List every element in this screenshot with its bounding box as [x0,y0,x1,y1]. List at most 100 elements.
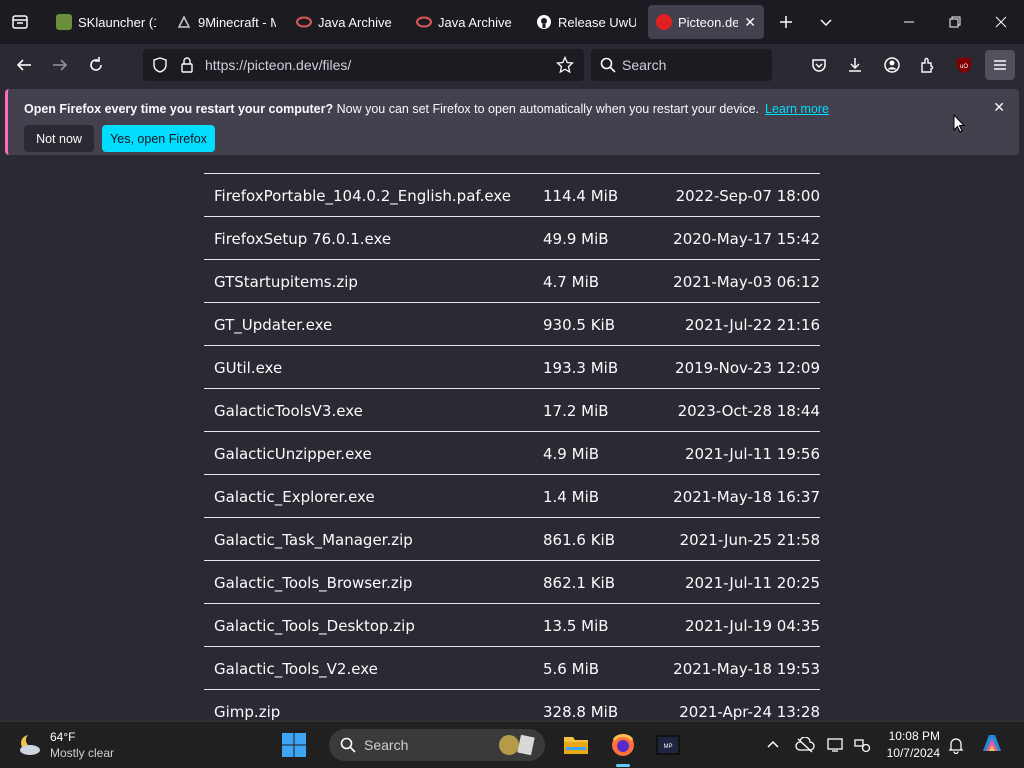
file-row: GalacticUnzipper.exe 4.9 MiB 2021-Jul-11 1… [204,431,820,474]
yes-open-firefox-button[interactable]: Yes, open Firefox [102,125,215,152]
firefox-taskbar-icon[interactable] [608,730,638,767]
weather-moon-cloud-icon[interactable] [16,731,44,759]
file-size: 114.4 MiB [543,187,619,205]
windows-start-icon[interactable] [279,730,309,760]
menu-hamburger-icon[interactable] [985,50,1015,80]
tab-sklauncher[interactable]: SKlauncher (1 [56,5,156,39]
downloads-icon[interactable] [842,52,868,78]
extensions-icon[interactable] [915,52,941,78]
url-bar[interactable]: https://picteon.dev/files/ [143,49,584,81]
notification-message: Open Firefox every time you restart your… [24,102,829,116]
cloud-offline-icon[interactable] [795,735,815,755]
tab-strip: SKlauncher (1 9Minecraft - M Java Archiv… [0,0,1024,44]
close-window-button[interactable] [978,0,1024,44]
file-size: 193.3 MiB [543,359,619,377]
tab-picteon[interactable]: Picteon.dev ✕ [648,5,764,39]
file-date: 2019-Nov-23 12:09 [675,359,820,377]
file-list: FirefoxPortable_104.0.2_English.paf.exe 1… [204,173,820,721]
restore-button[interactable] [932,0,978,44]
reload-icon[interactable] [83,52,109,78]
file-name-link[interactable]: Galactic_Explorer.exe [214,488,375,506]
tab-title: Release UwUT [558,14,636,30]
mouse-cursor-icon [953,113,966,139]
page-content: FirefoxPortable_104.0.2_English.paf.exe 1… [0,160,1024,721]
file-name-link[interactable]: FirefoxSetup 76.0.1.exe [214,230,391,248]
weather-condition[interactable]: Mostly clear [50,746,114,760]
not-now-button[interactable]: Not now [24,125,94,152]
file-row: Galactic_Tools_V2.exe 5.6 MiB 2021-May-18 … [204,646,820,689]
taskbar-search[interactable]: Search [329,729,545,761]
oracle-icon [416,14,432,30]
file-size: 862.1 KiB [543,574,616,592]
close-tab-icon[interactable]: ✕ [738,14,756,31]
notification-heading: Open Firefox every time you restart your… [24,102,334,116]
file-name-link[interactable]: GalacticToolsV3.exe [214,402,363,420]
file-date: 2021-May-03 06:12 [673,273,820,291]
firefox-view-icon[interactable] [10,12,30,32]
shield-icon[interactable] [151,56,169,79]
search-bar[interactable]: Search [591,49,772,81]
nav-bar: https://picteon.dev/files/ Search uO [0,44,1024,86]
file-row: GT_Updater.exe 930.5 KiB 2021-Jul-22 21:16 [204,302,820,345]
tab-github-release[interactable]: Release UwUT [536,5,636,39]
tab-title: SKlauncher (1 [78,14,156,30]
network-icon[interactable] [852,735,872,755]
file-row: Galactic_Task_Manager.zip 861.6 KiB 2021-J… [204,517,820,560]
close-notification-icon[interactable]: ✕ [993,99,1005,116]
svg-text:MP: MP [664,744,673,750]
file-name-link[interactable]: Galactic_Tools_V2.exe [214,660,378,678]
file-name-link[interactable]: GTStartupitems.zip [214,273,358,291]
weather-temperature[interactable]: 64°F [50,730,75,744]
new-tab-icon[interactable] [776,12,796,32]
file-size: 5.6 MiB [543,660,600,678]
file-name-link[interactable]: GalacticUnzipper.exe [214,445,372,463]
list-tabs-chevron-icon[interactable] [816,12,836,32]
file-date: 2021-May-18 19:53 [673,660,820,678]
file-size: 328.8 MiB [543,703,619,721]
bookmark-star-icon[interactable] [555,55,575,79]
file-row: Galactic_Tools_Desktop.zip 13.5 MiB 2021-J… [204,603,820,646]
file-name-link[interactable]: GT_Updater.exe [214,316,332,334]
minimize-button[interactable] [886,0,932,44]
file-date: 2021-May-18 16:37 [673,488,820,506]
notification-bell-icon[interactable] [946,735,966,755]
github-icon [536,14,552,30]
file-date: 2021-Jun-25 21:58 [679,531,820,549]
file-name-link[interactable]: Gimp.zip [214,703,280,721]
file-explorer-icon[interactable] [561,730,591,760]
file-date: 2021-Jul-19 04:35 [684,617,820,635]
file-row: GUtil.exe 193.3 MiB 2019-Nov-23 12:09 [204,345,820,388]
file-date: 2022-Sep-07 18:00 [675,187,820,205]
file-row: Gimp.zip 328.8 MiB 2021-Apr-24 13:28 [204,689,820,721]
file-name-link[interactable]: Galactic_Task_Manager.zip [214,531,413,549]
picteon-icon [656,14,672,30]
file-size: 4.7 MiB [543,273,600,291]
learn-more-link[interactable]: Learn more [765,102,829,116]
account-icon[interactable] [879,52,905,78]
clock-time[interactable]: 10:08 PM [884,729,940,743]
tab-java-archive-1[interactable]: Java Archive D [296,5,396,39]
ublock-origin-icon[interactable]: uO [951,52,977,78]
url-text[interactable]: https://picteon.dev/files/ [205,57,351,73]
search-placeholder: Search [622,57,667,73]
tab-9minecraft[interactable]: 9Minecraft - M [176,5,276,39]
tab-java-archive-2[interactable]: Java Archive D [416,5,516,39]
display-icon[interactable] [826,735,846,755]
media-app-icon[interactable]: MP [653,730,683,760]
back-arrow-icon[interactable] [11,52,37,78]
lock-icon[interactable] [179,56,195,79]
file-size: 930.5 KiB [543,316,616,334]
chevron-up-icon[interactable] [763,735,783,755]
search-highlight-icon [495,733,537,762]
file-name-link[interactable]: GUtil.exe [214,359,282,377]
file-date: 2021-Jul-22 21:16 [684,316,820,334]
file-name-link[interactable]: Galactic_Tools_Desktop.zip [214,617,415,635]
file-name-link[interactable]: FirefoxPortable_104.0.2_English.paf.exe [214,187,511,205]
file-date: 2023-Oct-28 18:44 [677,402,820,420]
copilot-icon[interactable] [979,731,1005,757]
forward-arrow-icon[interactable] [47,52,73,78]
taskbar: 64°F Mostly clear Search MP 10:08 PM 10/… [0,721,1024,768]
clock-date[interactable]: 10/7/2024 [884,746,940,760]
pocket-icon[interactable] [806,52,832,78]
file-name-link[interactable]: Galactic_Tools_Browser.zip [214,574,412,592]
